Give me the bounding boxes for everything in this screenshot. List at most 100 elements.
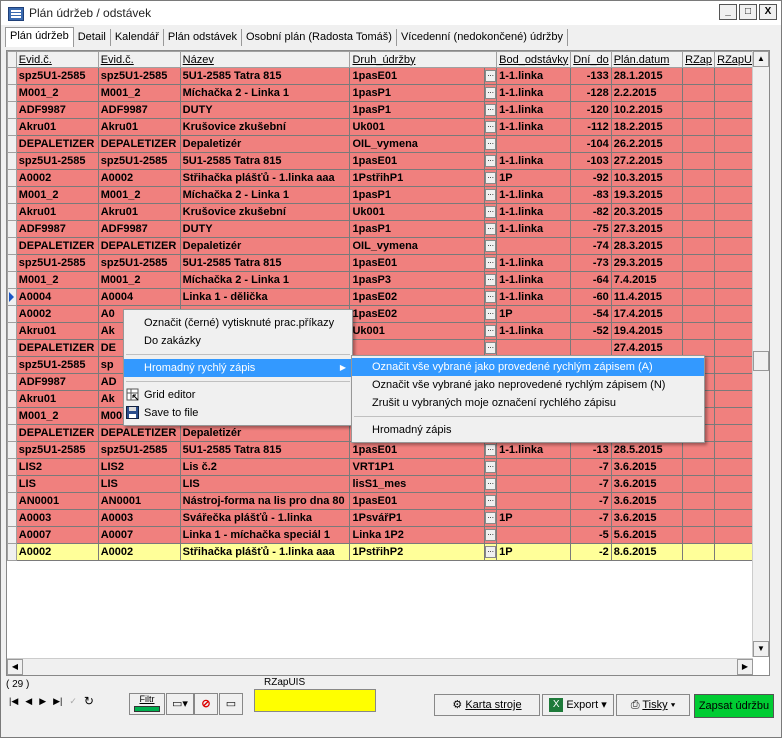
table-row[interactable]: DEPALETIZERDEPALETIZERDepaletizérOIL_vym…	[7, 237, 769, 255]
cell-dni-do[interactable]: -133	[570, 67, 612, 85]
cell-druh[interactable]: VRT1P1	[349, 458, 486, 476]
cell-evid-2[interactable]: DEPALETIZER	[97, 424, 181, 442]
cell-druh[interactable]: 1pasE01	[349, 254, 486, 272]
row-indicator[interactable]	[7, 543, 17, 561]
cell-evid[interactable]: ADF9987	[15, 101, 99, 119]
col-header-dni-do[interactable]: Dní_do	[570, 51, 612, 68]
cell-nazev[interactable]: Krušovice zkušební	[179, 203, 351, 221]
ellipsis-icon[interactable]: ...	[485, 291, 496, 304]
col-header-rzap[interactable]: RZap	[682, 51, 716, 68]
cell-rzap[interactable]	[682, 475, 716, 493]
cell-bod[interactable]: 1P	[496, 305, 572, 323]
scroll-right-icon[interactable]: ▶	[737, 659, 753, 675]
cell-dni-do[interactable]: -75	[570, 220, 612, 238]
ellipsis-icon[interactable]: ...	[485, 478, 496, 491]
cell-evid-2[interactable]: M001_2	[97, 271, 181, 289]
cell-bod[interactable]: 1-1.linka	[496, 441, 572, 459]
menu-item-hromadny-rychly-zapis[interactable]: Hromadný rychlý zápis ▶	[124, 359, 352, 377]
row-indicator[interactable]	[7, 305, 17, 323]
cell-plan-datum[interactable]: 26.2.2015	[610, 135, 684, 153]
cell-dni-do[interactable]: -128	[570, 84, 612, 102]
cell-druh[interactable]: 1pasE02	[349, 305, 486, 323]
ellipsis-icon[interactable]: ...	[485, 87, 496, 100]
ellipsis-button-cell[interactable]: ...	[484, 254, 498, 272]
table-row[interactable]: DEPALETIZER DE... 27.4.2015	[7, 339, 769, 357]
ellipsis-button-cell[interactable]: ...	[484, 543, 498, 561]
ellipsis-button-cell[interactable]: ...	[484, 101, 498, 119]
ellipsis-icon[interactable]: ...	[485, 240, 496, 253]
cell-evid-2[interactable]: Akru01	[97, 118, 181, 136]
submenu-item-oznacit-provedene[interactable]: Označit vše vybrané jako provedené rychl…	[352, 358, 704, 376]
row-indicator[interactable]	[7, 169, 17, 187]
cell-nazev[interactable]: Linka 1 - míchačka speciál 1	[179, 526, 351, 544]
cell-plan-datum[interactable]: 17.4.2015	[610, 305, 684, 323]
cell-druh[interactable]: Uk001	[349, 118, 486, 136]
col-header-evid[interactable]: Evid.č.	[15, 51, 99, 68]
cell-druh[interactable]: 1PsvářP1	[349, 509, 486, 527]
cell-evid[interactable]: ADF9987	[15, 220, 99, 238]
ellipsis-button-cell[interactable]: ...	[484, 305, 498, 323]
cell-dni-do[interactable]: -74	[570, 237, 612, 255]
cell-evid[interactable]: DEPALETIZER	[15, 135, 99, 153]
cell-bod[interactable]: 1P	[496, 543, 572, 561]
cell-rzap[interactable]	[682, 492, 716, 510]
table-row[interactable]: M001_2 M001_2 Míchačka 2 - Linka 1 1pasP1..…	[7, 84, 769, 102]
ellipsis-icon[interactable]: ...	[485, 308, 496, 321]
cell-evid-2[interactable]: M001_2	[97, 84, 181, 102]
menu-item-oznacit-vytisknute[interactable]: Označit (černé) vytisknuté prac.příkazy	[124, 314, 352, 332]
cell-evid[interactable]: LIS2	[15, 458, 99, 476]
cell-evid[interactable]: spz5U1-2585	[15, 356, 99, 374]
cell-rzap[interactable]	[682, 169, 716, 187]
row-indicator[interactable]	[7, 254, 17, 272]
table-row[interactable]: Akru01 Akru01 Krušovice zkušební Uk001... 1-…	[7, 118, 769, 136]
row-indicator[interactable]	[7, 458, 17, 476]
cell-nazev[interactable]: Střihačka plášťů - 1.linka aaa	[179, 169, 351, 187]
tab-vicedenni[interactable]: Vícedenní (nedokončené) údržby	[397, 29, 568, 46]
cell-plan-datum[interactable]: 3.6.2015	[610, 475, 684, 493]
cell-evid[interactable]: LIS	[15, 475, 99, 493]
cell-evid-2[interactable]: LIS	[97, 475, 181, 493]
ellipsis-button-cell[interactable]: ...	[484, 203, 498, 221]
table-row[interactable]: spz5U1-2585 spz5U1-2585 5U1-2585 Tatra 815…	[7, 152, 769, 170]
cell-druh[interactable]: 1pasP1	[349, 101, 486, 119]
table-row[interactable]: A0002 A0 1pasE02... 1P -54 17.4.2015	[7, 305, 769, 323]
cell-bod[interactable]: 1-1.linka	[496, 152, 572, 170]
cell-dni-do[interactable]: -7	[570, 475, 612, 493]
table-row[interactable]: M001_2 M001_2 Míchačka 2 - Linka 1 1pasP3..…	[7, 271, 769, 289]
cell-bod[interactable]	[496, 339, 572, 357]
cell-rzap[interactable]	[682, 152, 716, 170]
ellipsis-icon[interactable]: ...	[485, 342, 496, 355]
cell-evid[interactable]: spz5U1-2585	[15, 441, 99, 459]
ellipsis-button-cell[interactable]: ...	[484, 441, 498, 459]
table-row[interactable]: ADF9987 ADF9987 DUTY 1pasP1... 1-1.linka -120…	[7, 101, 769, 119]
cell-evid[interactable]: M001_2	[15, 271, 99, 289]
ellipsis-button-cell[interactable]: ...	[484, 492, 498, 510]
cell-druh[interactable]: 1PstřihP2	[349, 543, 486, 561]
row-indicator[interactable]	[7, 135, 17, 153]
ellipsis-button-cell[interactable]: ...	[484, 220, 498, 238]
scroll-thumb[interactable]	[753, 351, 769, 371]
cell-rzap[interactable]	[682, 118, 716, 136]
ellipsis-button-cell[interactable]: ...	[484, 526, 498, 544]
scroll-left-icon[interactable]: ◀	[7, 659, 23, 675]
ellipsis-icon[interactable]: ...	[485, 70, 496, 83]
cell-evid[interactable]: DEPALETIZER	[15, 237, 99, 255]
cancel-icon[interactable]: ⊘	[194, 693, 218, 715]
table-row[interactable]: A0002 A0002 Střihačka plášťů - 1.linka aaa…	[7, 543, 769, 561]
cell-nazev[interactable]: 5U1-2585 Tatra 815	[179, 254, 351, 272]
cell-evid-2[interactable]: ADF9987	[97, 220, 181, 238]
cell-evid-2[interactable]: LIS2	[97, 458, 181, 476]
cell-nazev[interactable]: Linka 1 - dělička	[179, 288, 351, 306]
ellipsis-icon[interactable]: ...	[485, 274, 496, 287]
cell-nazev[interactable]: Depaletizér	[179, 424, 351, 442]
ellipsis-button-cell[interactable]: ...	[484, 67, 498, 85]
row-indicator[interactable]	[7, 407, 17, 425]
ellipsis-icon[interactable]: ...	[485, 495, 496, 508]
zapsat-udrzbu-button[interactable]: Zapsat údržbu	[694, 694, 774, 718]
cell-dni-do[interactable]: -82	[570, 203, 612, 221]
cell-dni-do[interactable]: -104	[570, 135, 612, 153]
cell-rzap[interactable]	[682, 220, 716, 238]
tisky-button[interactable]: ⎙ Tisky ▾	[616, 694, 690, 716]
tab-detail[interactable]: Detail	[74, 29, 111, 46]
ellipsis-icon[interactable]: ...	[485, 104, 496, 117]
